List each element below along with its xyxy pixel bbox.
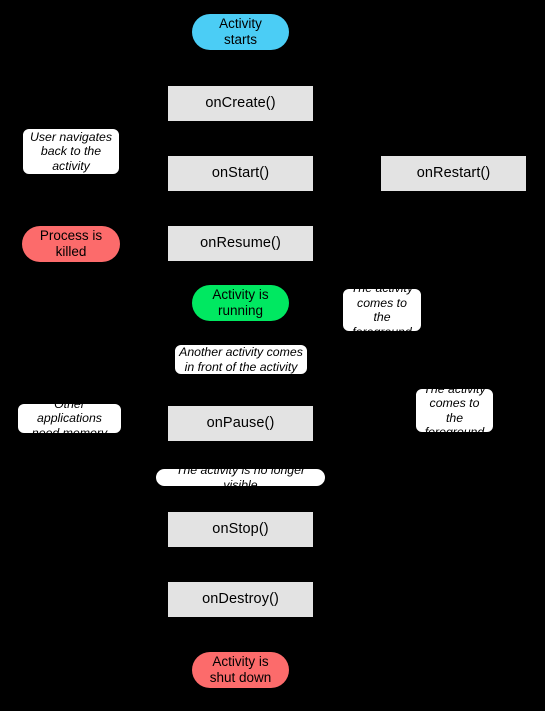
method-box-onresume[interactable]: onResume(): [168, 226, 313, 261]
callout-foreground-upper: The activity comes to the foreground: [342, 281, 422, 339]
callout-no-longer-visible-label: The activity is no longer visible: [175, 463, 306, 492]
state-process-killed-line1: Process is: [39, 228, 103, 244]
state-activity-running[interactable]: Activity is running: [192, 285, 289, 321]
activity-lifecycle-diagram: Activity starts onCreate() User navigate…: [0, 0, 545, 711]
method-box-onresume-label: onResume(): [200, 234, 281, 251]
state-process-killed[interactable]: Process is killed: [22, 226, 120, 262]
state-activity-starts-line1: Activity: [219, 16, 262, 32]
state-activity-running-line2: running: [217, 303, 264, 318]
method-box-onpause[interactable]: onPause(): [168, 406, 313, 441]
state-process-killed-line2: killed: [55, 244, 87, 259]
callout-foreground-upper-label: The activity comes to the foreground: [350, 281, 414, 339]
method-box-oncreate-label: onCreate(): [205, 94, 276, 111]
callout-user-navigates-back-label: User navigates back to the activity: [29, 129, 113, 173]
callout-foreground-lower: The activity comes to the foreground: [415, 382, 494, 439]
callout-another-activity-in-front: Another activity comes in front of the a…: [174, 344, 308, 375]
method-box-onstart-label: onStart(): [211, 164, 270, 181]
method-box-onstop-label: onStop(): [212, 520, 269, 537]
state-activity-shut-down-line2: shut down: [209, 670, 272, 685]
state-activity-running-line1: Activity is: [212, 287, 269, 303]
method-box-onpause-label: onPause(): [206, 414, 275, 431]
state-activity-starts-line2: starts: [223, 32, 257, 47]
state-activity-starts[interactable]: Activity starts: [192, 14, 289, 50]
state-activity-shut-down-line1: Activity is: [212, 654, 269, 670]
callout-foreground-lower-label: The activity comes to the foreground: [423, 381, 486, 440]
callout-user-navigates-back: User navigates back to the activity: [22, 128, 120, 175]
callout-no-longer-visible: The activity is no longer visible: [155, 463, 326, 492]
method-box-ondestroy[interactable]: onDestroy(): [168, 582, 313, 617]
method-box-onstart[interactable]: onStart(): [168, 156, 313, 191]
callout-other-apps-need-memory-label: Other applications need memory: [31, 396, 108, 440]
callout-another-activity-in-front-label: Another activity comes in front of the a…: [179, 345, 303, 374]
method-box-ondestroy-label: onDestroy(): [202, 590, 279, 607]
method-box-oncreate[interactable]: onCreate(): [168, 86, 313, 121]
method-box-onstop[interactable]: onStop(): [168, 512, 313, 547]
method-box-onrestart[interactable]: onRestart(): [381, 156, 526, 191]
callout-other-apps-need-memory: Other applications need memory: [17, 397, 122, 440]
method-box-onrestart-label: onRestart(): [416, 164, 491, 181]
state-activity-shut-down[interactable]: Activity is shut down: [192, 652, 289, 688]
